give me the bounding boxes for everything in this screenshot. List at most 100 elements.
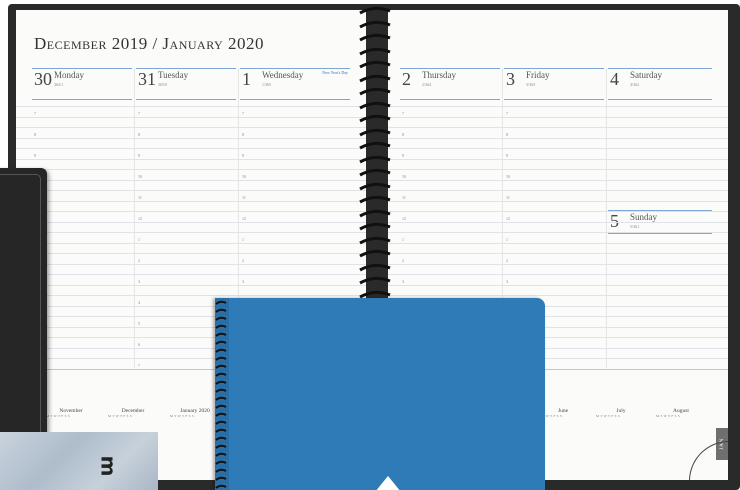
blue-spiral-coil: [215, 476, 227, 481]
silver-planner-logo: m: [96, 455, 121, 477]
blue-spiral-binding: [215, 300, 227, 490]
hour-label: 9: [138, 153, 140, 158]
ruled-line: [16, 284, 366, 286]
ruled-line: [16, 200, 366, 202]
spiral-coil: [359, 33, 391, 42]
spiral-coil: [359, 155, 391, 163]
ruled-line: [16, 190, 366, 191]
hour-label: 10: [138, 174, 142, 179]
hour-label: 12: [402, 216, 406, 221]
blue-spiral-coil: [215, 348, 227, 353]
hour-label: 2: [506, 258, 508, 263]
hour-label: 1: [402, 237, 404, 242]
mini-calendar: January 2020 M T W T F S S: [170, 408, 220, 418]
hour-label: 11: [506, 195, 510, 200]
ruled-line: [388, 190, 728, 191]
hour-label: 3: [402, 279, 404, 284]
hour-label: 9: [402, 153, 404, 158]
ruled-line: [388, 284, 728, 286]
hour-label: 8: [402, 132, 404, 137]
ruled-line: [388, 274, 728, 275]
day-name: Thursday: [422, 70, 456, 80]
hour-label: 9: [242, 153, 244, 158]
ruled-line: [16, 127, 366, 128]
mini-calendar: June M T W T F S S: [538, 408, 588, 418]
ruled-line: [16, 232, 366, 233]
spiral-coil: [359, 236, 391, 244]
ruled-line: [16, 263, 366, 265]
ruled-line: [388, 232, 728, 233]
spiral-coil: [359, 263, 391, 271]
spiral-coil: [359, 101, 391, 109]
hour-label: 1: [138, 237, 140, 242]
spiral-coil: [359, 168, 391, 177]
spiral-coil: [359, 74, 391, 82]
blue-spiral-coil: [215, 468, 227, 473]
spiral-coil: [359, 209, 391, 217]
blue-spiral-coil: [215, 484, 227, 489]
spiral-coil: [359, 249, 391, 258]
ruled-line: [16, 211, 366, 212]
mini-calendar-weekdays: M T W T F S S: [538, 414, 563, 418]
silver-planner: m: [0, 432, 158, 490]
spiral-coil: [359, 114, 391, 123]
hour-label: 3: [242, 279, 244, 284]
hour-label: 7: [402, 111, 404, 116]
hour-label: 7: [34, 111, 36, 116]
ruled-line: [16, 158, 366, 160]
hour-label: 2: [402, 258, 404, 263]
day-number: 30: [34, 69, 52, 89]
hour-label: 1: [506, 237, 508, 242]
blue-spiral-coil: [215, 428, 227, 433]
ruled-line: [16, 295, 366, 296]
hour-label: 7: [242, 111, 244, 116]
column-divider: [134, 68, 135, 368]
day-count: 1/365: [262, 82, 272, 87]
hour-label: 5: [138, 321, 140, 326]
day-name: Sunday: [630, 212, 657, 222]
blue-spiral-coil: [215, 356, 227, 361]
hour-label: 8: [34, 132, 36, 137]
day-name: Wednesday: [262, 70, 304, 80]
hour-label: 12: [506, 216, 510, 221]
day-name: Monday: [54, 70, 84, 80]
blue-planner-logo: [375, 476, 401, 490]
ruled-line: [16, 137, 366, 139]
day-number: 1: [242, 69, 251, 89]
hour-label: 7: [506, 111, 508, 116]
blue-spiral-coil: [215, 460, 227, 465]
spiral-coil: [359, 128, 391, 136]
hour-label: 9: [34, 153, 36, 158]
spiral-coil: [359, 60, 391, 69]
ruled-line: [16, 106, 366, 107]
day-count: 5/361: [630, 224, 640, 229]
ruled-line: [16, 179, 366, 181]
blue-planner: [215, 298, 545, 490]
mini-calendar: July M T W T F S S: [596, 408, 646, 418]
day-number: 3: [506, 69, 515, 89]
ruled-line: [388, 295, 728, 296]
column-divider: [606, 68, 607, 368]
day-count: 365/0: [158, 82, 168, 87]
page-title: December 2019 / January 2020: [34, 34, 264, 53]
hour-label: 4: [138, 300, 140, 305]
ruled-line: [388, 200, 728, 202]
spiral-coil: [359, 6, 391, 15]
day-name: Friday: [526, 70, 550, 80]
hour-label: 11: [138, 195, 142, 200]
ruled-line: [388, 221, 728, 223]
hour-label: 1: [242, 237, 244, 242]
ruled-line: [388, 242, 728, 244]
day-name: Saturday: [630, 70, 662, 80]
hour-label: 8: [506, 132, 508, 137]
blue-spiral-coil: [215, 396, 227, 401]
ruled-line: [16, 253, 366, 254]
hour-label: 7: [138, 363, 140, 368]
blue-spiral-coil: [215, 452, 227, 457]
mini-calendar: December M T W T F S S: [108, 408, 158, 418]
ruled-line: [388, 179, 728, 181]
ruled-line: [388, 127, 728, 128]
mini-calendar-weekdays: M T W T F S S: [656, 414, 681, 418]
day-count: 3/363: [526, 82, 536, 87]
hour-label: 3: [506, 279, 508, 284]
